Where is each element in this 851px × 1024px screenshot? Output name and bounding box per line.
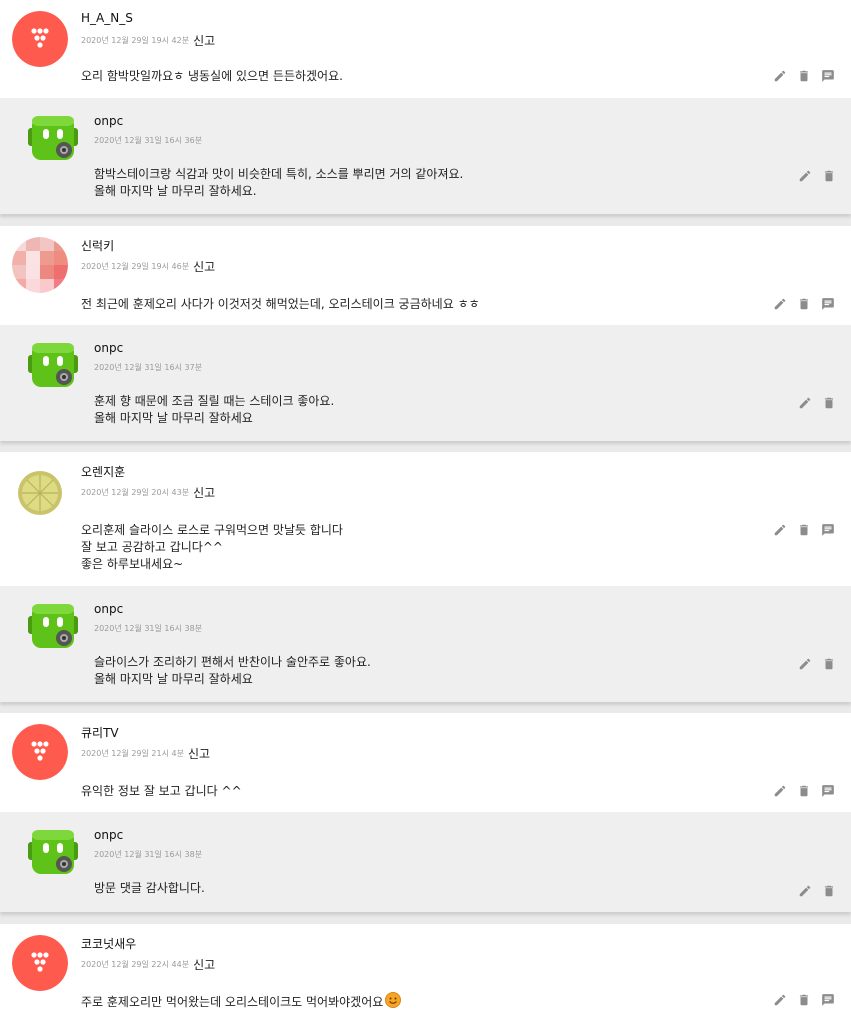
comment-author[interactable]: 신럭키 [81, 237, 114, 254]
report-link[interactable]: 신고 [188, 747, 210, 761]
comment-text: 오리 함박맛일까요ㅎ 냉동실에 있으면 든든하겠어요. [81, 69, 343, 83]
reply-author[interactable]: onpc [94, 114, 123, 128]
trash-icon[interactable] [796, 522, 812, 538]
comment-body: 주로 훈제오리만 먹어왔는데 오리스테이크도 먹어봐야겠어요 [81, 992, 402, 1013]
green-robot-avatar[interactable] [26, 112, 80, 166]
reply-body: 방문 댓글 감사합니다. [94, 881, 205, 895]
comment-icon[interactable] [820, 296, 836, 312]
comment-date: 2020년 12월 29일 21시 4분 [81, 749, 184, 758]
comment-actions [772, 296, 836, 312]
red-dots-avatar[interactable] [12, 11, 68, 67]
trash-icon[interactable] [796, 783, 812, 799]
reply-author[interactable]: onpc [94, 602, 123, 616]
pencil-icon[interactable] [797, 883, 813, 899]
pencil-icon[interactable] [772, 296, 788, 312]
comment-date: 2020년 12월 29일 19시 42분 [81, 36, 190, 45]
comment-author[interactable]: 코코넛새우 [81, 935, 136, 952]
pencil-icon[interactable] [772, 992, 788, 1008]
comment-author[interactable]: 큐리TV [81, 724, 119, 741]
comment-card: 큐리TV 2020년 12월 29일 21시 4분 신고유익한 정보 잘 보고 갑니… [0, 713, 851, 812]
reply-date: 2020년 12월 31일 16시 38분 [94, 624, 203, 633]
trash-icon[interactable] [796, 68, 812, 84]
comment-text: 전 최근에 훈제오리 사다가 이것저것 해먹었는데, 오리스테이크 궁금하네요 … [81, 297, 480, 311]
report-link[interactable]: 신고 [193, 486, 215, 500]
reply-date: 2020년 12월 31일 16시 38분 [94, 850, 203, 859]
reply-body: 함박스테이크랑 식감과 맛이 비슷한데 특히, 소스를 뿌리면 거의 같아져요.… [94, 167, 464, 198]
comment-actions [772, 68, 836, 84]
pencil-icon[interactable] [772, 522, 788, 538]
comment-date: 2020년 12월 29일 19시 46분 [81, 262, 190, 271]
comment-card: H_A_N_S 2020년 12월 29일 19시 42분 신고오리 함박맛일까요ㅎ… [0, 0, 851, 98]
smile-emoji-icon [385, 992, 402, 1013]
report-link[interactable]: 신고 [193, 260, 215, 274]
comment-meta: 2020년 12월 29일 19시 46분 신고 [81, 256, 215, 275]
comment-meta: 2020년 12월 29일 21시 4분 신고 [81, 743, 210, 762]
comment-body: 오리 함박맛일까요ㅎ 냉동실에 있으면 든든하겠어요. [81, 68, 343, 85]
pencil-icon[interactable] [797, 395, 813, 411]
reply-actions [797, 395, 837, 411]
report-link[interactable]: 신고 [193, 34, 215, 48]
pink-pixel-avatar[interactable] [12, 237, 68, 293]
pencil-icon[interactable] [797, 656, 813, 672]
pencil-icon[interactable] [797, 168, 813, 184]
red-dots-avatar[interactable] [12, 935, 68, 991]
comment-author[interactable]: H_A_N_S [81, 11, 133, 25]
reply-meta: 2020년 12월 31일 16시 38분 [94, 618, 202, 637]
trash-icon[interactable] [821, 168, 837, 184]
reply-actions [797, 883, 837, 899]
reply-card: onpc 2020년 12월 31일 16시 37분훈제 향 때문에 조금 질릴 … [0, 325, 851, 441]
comment-actions [772, 783, 836, 799]
trash-icon[interactable] [821, 883, 837, 899]
reply-author[interactable]: onpc [94, 341, 123, 355]
comment-icon[interactable] [820, 522, 836, 538]
reply-date: 2020년 12월 31일 16시 36분 [94, 136, 203, 145]
reply-card: onpc 2020년 12월 31일 16시 38분슬라이스가 조리하기 편해서 … [0, 586, 851, 702]
red-dots-avatar[interactable] [12, 724, 68, 780]
comment-meta: 2020년 12월 29일 19시 42분 신고 [81, 30, 215, 49]
reply-date: 2020년 12월 31일 16시 37분 [94, 363, 203, 372]
comment-body: 오리훈제 슬라이스 로스로 구워먹으면 맛날듯 합니다 잘 보고 공감하고 갑니… [81, 522, 343, 573]
comment-text: 유익한 정보 잘 보고 갑니다 ^^ [81, 784, 242, 798]
lemon-slice-avatar[interactable] [12, 463, 68, 519]
reply-body: 슬라이스가 조리하기 편해서 반찬이나 술안주로 좋아요. 올해 마지막 날 마… [94, 655, 371, 686]
green-robot-avatar[interactable] [26, 339, 80, 393]
comment-card: 오렌지훈 2020년 12월 29일 20시 43분 신고오리훈제 슬라이스 로스로… [0, 452, 851, 586]
trash-icon[interactable] [821, 656, 837, 672]
pencil-icon[interactable] [772, 68, 788, 84]
comment-actions [772, 522, 836, 538]
green-robot-avatar[interactable] [26, 600, 80, 654]
comment-date: 2020년 12월 29일 22시 44분 [81, 960, 190, 969]
comment-icon[interactable] [820, 783, 836, 799]
reply-author[interactable]: onpc [94, 828, 123, 842]
comment-date: 2020년 12월 29일 20시 43분 [81, 488, 190, 497]
reply-card: onpc 2020년 12월 31일 16시 36분함박스테이크랑 식감과 맛이 … [0, 98, 851, 214]
reply-meta: 2020년 12월 31일 16시 38분 [94, 844, 202, 863]
comment-icon[interactable] [820, 992, 836, 1008]
report-link[interactable]: 신고 [193, 958, 215, 972]
reply-card: onpc 2020년 12월 31일 16시 38분방문 댓글 감사합니다. [0, 812, 851, 912]
trash-icon[interactable] [821, 395, 837, 411]
comment-card: 신럭키 2020년 12월 29일 19시 46분 신고전 최근에 훈제오리 사다가… [0, 226, 851, 325]
comment-actions [772, 992, 836, 1008]
comment-icon[interactable] [820, 68, 836, 84]
reply-actions [797, 168, 837, 184]
pencil-icon[interactable] [772, 783, 788, 799]
comment-text: 주로 훈제오리만 먹어왔는데 오리스테이크도 먹어봐야겠어요 [81, 995, 384, 1009]
comment-text: 오리훈제 슬라이스 로스로 구워먹으면 맛날듯 합니다 잘 보고 공감하고 갑니… [81, 523, 343, 571]
reply-meta: 2020년 12월 31일 16시 37분 [94, 357, 202, 376]
comment-author[interactable]: 오렌지훈 [81, 463, 125, 480]
green-robot-avatar[interactable] [26, 826, 80, 880]
reply-actions [797, 656, 837, 672]
reply-meta: 2020년 12월 31일 16시 36분 [94, 130, 202, 149]
comment-meta: 2020년 12월 29일 22시 44분 신고 [81, 954, 215, 973]
comment-body: 유익한 정보 잘 보고 갑니다 ^^ [81, 783, 242, 800]
comment-meta: 2020년 12월 29일 20시 43분 신고 [81, 482, 215, 501]
trash-icon[interactable] [796, 296, 812, 312]
trash-icon[interactable] [796, 992, 812, 1008]
comment-card: 코코넛새우 2020년 12월 29일 22시 44분 신고주로 훈제오리만 먹어왔… [0, 924, 851, 1024]
comment-body: 전 최근에 훈제오리 사다가 이것저것 해먹었는데, 오리스테이크 궁금하네요 … [81, 296, 480, 313]
reply-body: 훈제 향 때문에 조금 질릴 때는 스테이크 좋아요. 올해 마지막 날 마무리… [94, 394, 335, 425]
